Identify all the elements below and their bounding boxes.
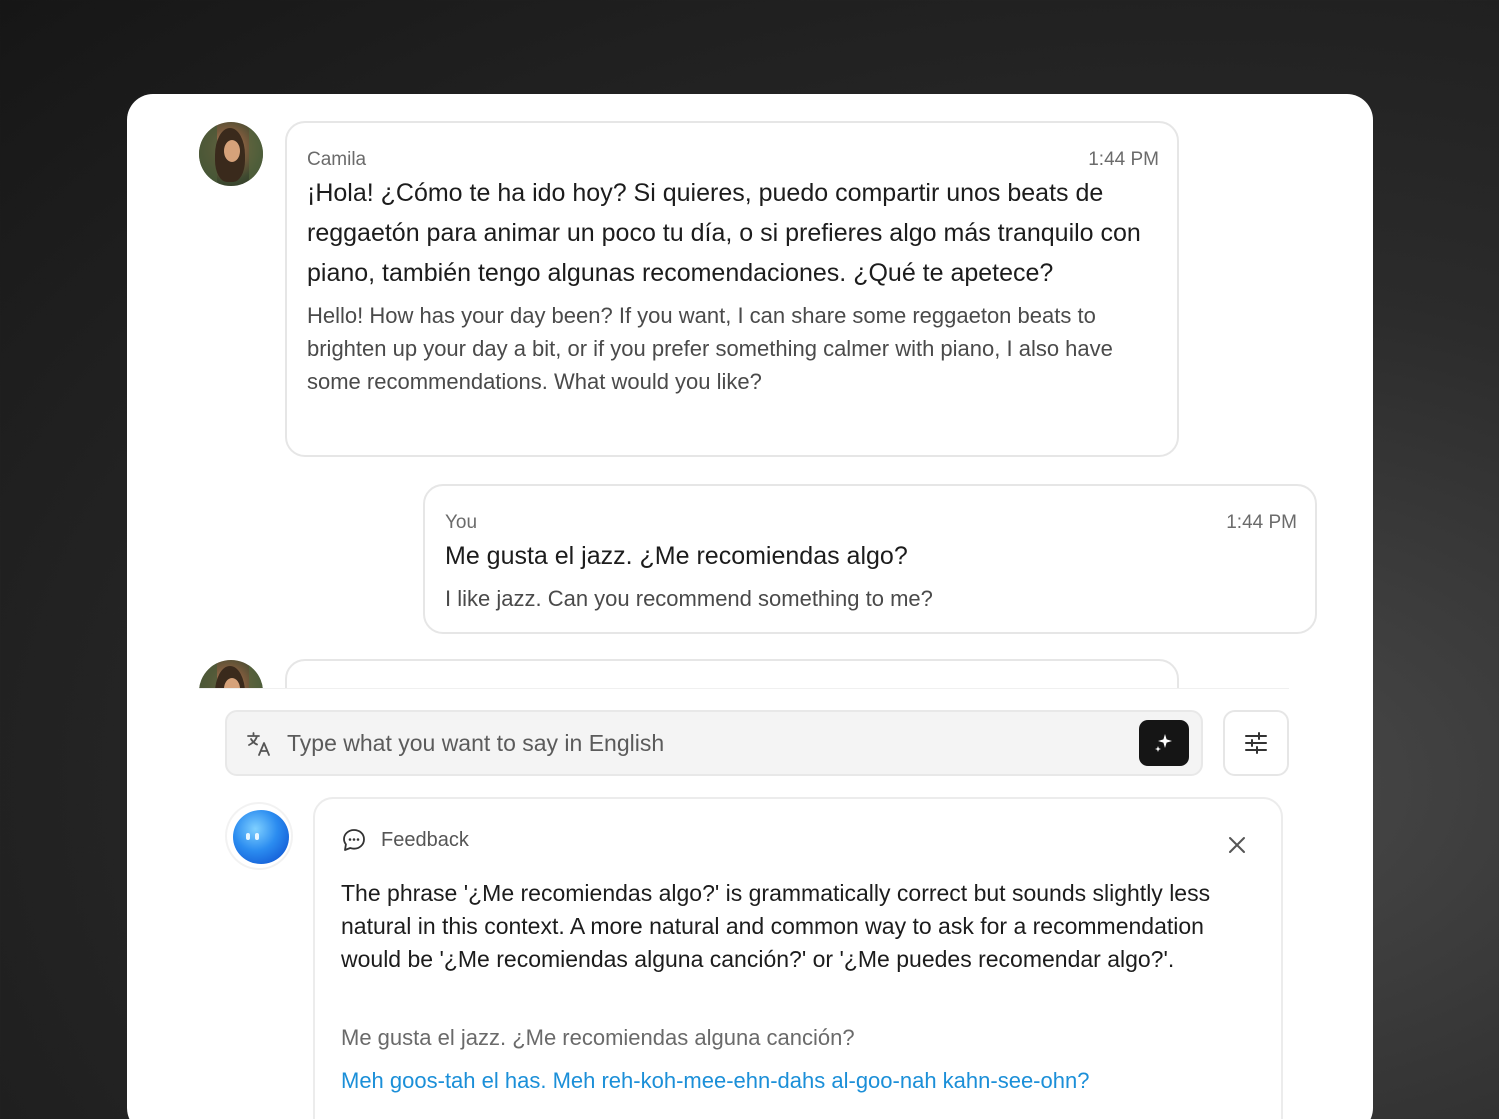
camila-avatar	[199, 660, 263, 689]
feedback-pronunciation: Meh goos-tah el has. Meh reh-koh-mee-ehn…	[341, 1068, 1090, 1093]
chat-window: Camila 1:44 PM ¡Hola! ¿Cómo te ha ido ho…	[127, 94, 1373, 1119]
message-time: 1:44 PM	[1088, 149, 1159, 170]
divider	[199, 688, 1289, 689]
feedback-suggestion: Me gusta el jazz. ¿Me recomiendas alguna…	[341, 1025, 855, 1050]
translate-icon	[247, 732, 270, 756]
magic-suggest-button[interactable]	[1139, 720, 1189, 766]
sliders-icon	[1245, 732, 1267, 754]
sparkle-icon	[1155, 734, 1172, 752]
feedback-title: Feedback	[381, 828, 469, 851]
message-composer[interactable]: Type what you want to say in English	[225, 710, 1203, 776]
feedback-body: The phrase '¿Me recomiendas algo?' is gr…	[341, 880, 1211, 972]
message-sender: Camila	[307, 149, 367, 170]
camila-avatar	[199, 122, 263, 186]
message-bubble-user: You 1:44 PM Me gusta el jazz. ¿Me recomi…	[423, 484, 1317, 634]
message-bubble-camila: Camila 1:44 PM ¡Hola! ¿Cómo te ha ido ho…	[285, 121, 1179, 457]
assistant-avatar	[227, 804, 291, 868]
close-icon[interactable]	[1227, 835, 1247, 855]
message-sender: You	[445, 512, 478, 533]
chat-bubble-icon	[343, 829, 365, 851]
feedback-panel: Feedback The phrase '¿Me recomiendas alg…	[313, 797, 1283, 1119]
message-bubble-camila	[285, 659, 1179, 689]
settings-button[interactable]	[1223, 710, 1289, 776]
message-text: ¡Hola! ¿Cómo te ha ido hoy? Si quieres, …	[307, 179, 1141, 287]
next-message-clipped	[187, 654, 1297, 689]
message-translation: I like jazz. Can you recommend something…	[445, 586, 933, 611]
message-time: 1:44 PM	[1226, 512, 1297, 533]
message-translation: Hello! How has your day been? If you wan…	[307, 303, 1113, 394]
composer-placeholder[interactable]: Type what you want to say in English	[287, 730, 664, 757]
feedback-header: Feedback	[341, 827, 469, 853]
message-text: Me gusta el jazz. ¿Me recomiendas algo?	[445, 542, 908, 570]
